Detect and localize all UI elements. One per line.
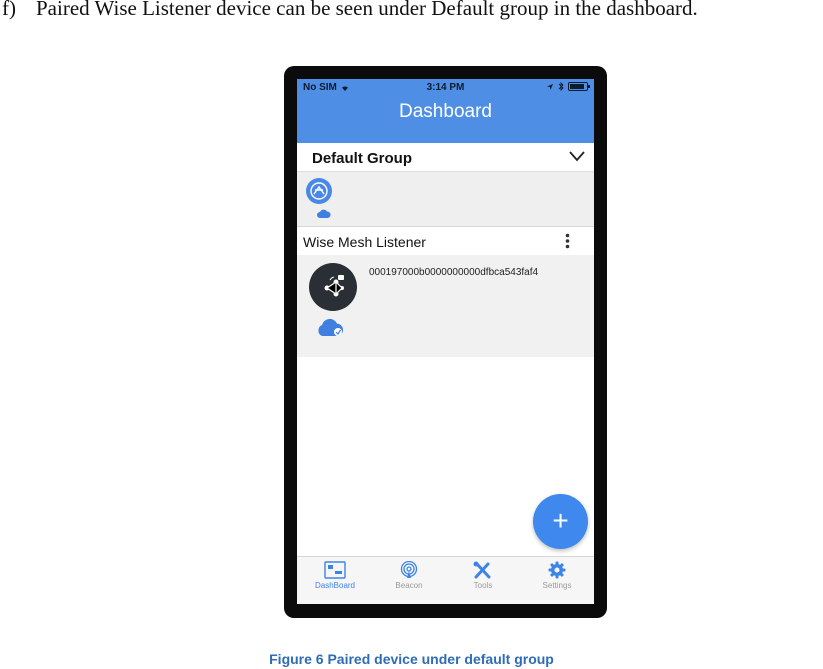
device-id: 000197000b0000000000dfbca543faf4 (369, 267, 539, 278)
group-content (297, 172, 594, 227)
beacon-icon (400, 561, 418, 578)
group-header[interactable]: Default Group (297, 143, 594, 172)
app-screen: No SIM 3:14 PM Dashboard Default Group W… (297, 79, 594, 604)
tab-settings[interactable]: Settings (521, 561, 593, 590)
add-device-button[interactable]: + (533, 494, 588, 549)
tab-dashboard[interactable]: DashBoard (299, 561, 371, 590)
tab-label-tools: Tools (473, 581, 493, 590)
phone-screenshot: No SIM 3:14 PM Dashboard Default Group W… (284, 66, 607, 618)
device-section-header: Wise Mesh Listener (297, 227, 594, 255)
bluetooth-icon (558, 82, 564, 91)
status-indicators (546, 82, 590, 91)
figure-caption: Figure 6 Paired device under default gro… (269, 651, 554, 667)
chevron-down-icon[interactable] (568, 149, 586, 163)
tab-tools[interactable]: Tools (447, 561, 519, 590)
page-title: Dashboard (399, 101, 492, 122)
tab-label-dashboard: DashBoard (314, 581, 356, 590)
cloud-status-icon (317, 209, 331, 218)
device-card[interactable]: 000197000b0000000000dfbca543faf4 (297, 255, 594, 357)
cloud-connected-icon (318, 318, 344, 336)
battery-icon (568, 82, 590, 91)
app-header: No SIM 3:14 PM Dashboard (297, 79, 594, 143)
step-instruction: f) Paired Wise Listener device can be see… (2, 0, 698, 21)
tab-label-settings: Settings (542, 581, 572, 590)
step-text: Paired Wise Listener device can be seen … (36, 0, 698, 20)
location-icon (547, 83, 553, 90)
step-marker: f) (2, 0, 16, 20)
group-name: Default Group (312, 150, 412, 167)
settings-icon (548, 561, 566, 579)
tools-icon (473, 561, 491, 579)
mesh-listener-icon (309, 263, 357, 311)
tab-beacon[interactable]: Beacon (373, 561, 445, 590)
device-section-title: Wise Mesh Listener (303, 234, 426, 250)
more-options-icon[interactable] (565, 233, 570, 249)
tab-label-beacon: Beacon (395, 581, 423, 590)
dashboard-icon (324, 561, 346, 579)
tab-bar: DashBoard Beacon Tools Settings (297, 556, 594, 604)
gateway-device-icon[interactable] (306, 178, 332, 204)
status-bar: No SIM 3:14 PM (303, 82, 590, 96)
